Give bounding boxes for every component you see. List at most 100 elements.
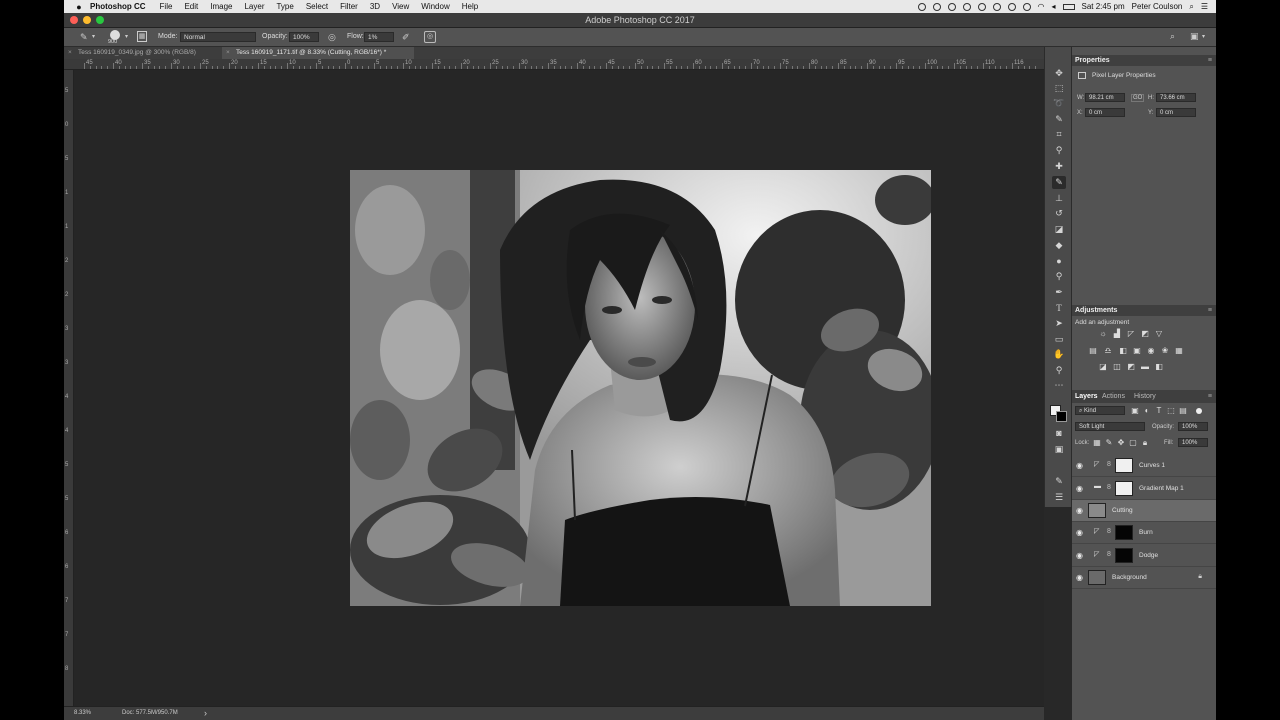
brush-tool-preset-icon[interactable]: ✎: [80, 32, 88, 43]
fill-field[interactable]: 100%: [1178, 438, 1208, 447]
clock[interactable]: Sat 2:45 pm: [1082, 2, 1125, 11]
quick-selection-tool-icon[interactable]: ✎: [1052, 113, 1066, 126]
menu-type[interactable]: Type: [276, 2, 293, 11]
close-tab-icon[interactable]: ×: [68, 47, 72, 59]
layer-row[interactable]: ◉ ◸ 8 Dodge: [1072, 545, 1216, 567]
hand-tool-icon[interactable]: ✋: [1052, 348, 1066, 361]
y-field[interactable]: 0 cm: [1156, 108, 1196, 117]
brush-panel-icon[interactable]: ▦: [137, 31, 147, 42]
lasso-tool-icon[interactable]: ➰: [1052, 97, 1066, 110]
link-icon[interactable]: 8: [1107, 528, 1111, 535]
search-icon[interactable]: ⌕: [1189, 2, 1193, 12]
blur-tool-icon[interactable]: ●: [1052, 255, 1066, 268]
background-color-swatch[interactable]: [1056, 411, 1067, 422]
visibility-eye-icon[interactable]: ◉: [1076, 528, 1086, 538]
filter-toggle[interactable]: [1196, 408, 1202, 414]
filter-shape-icon[interactable]: ⬚: [1166, 406, 1176, 415]
curves-icon[interactable]: ◸: [1126, 329, 1136, 338]
move-tool-icon[interactable]: ✥: [1052, 67, 1066, 80]
quick-mask-icon[interactable]: ◙: [1052, 427, 1066, 440]
close-tab-icon[interactable]: ×: [226, 47, 230, 59]
visibility-eye-icon[interactable]: ◉: [1076, 484, 1086, 494]
panel-menu-icon[interactable]: ≡: [1208, 305, 1212, 316]
wifi-icon[interactable]: ◠: [1038, 2, 1045, 11]
layer-row[interactable]: ◉ Background 🔒︎: [1072, 567, 1216, 589]
screen-mode-icon[interactable]: ▣: [1052, 443, 1066, 456]
brush-settings-icon[interactable]: ✎: [1052, 475, 1066, 488]
visibility-eye-icon[interactable]: ◉: [1076, 506, 1086, 516]
link-icon[interactable]: 8: [1107, 551, 1111, 558]
menu-filter[interactable]: Filter: [340, 2, 358, 11]
link-icon[interactable]: 8: [1107, 484, 1111, 491]
marquee-tool-icon[interactable]: ⬚: [1052, 82, 1066, 95]
menu-edit[interactable]: Edit: [184, 2, 198, 11]
layer-name[interactable]: Curves 1: [1139, 462, 1165, 469]
exposure-icon[interactable]: ◩: [1140, 329, 1150, 338]
chevron-down-icon[interactable]: ▾: [125, 33, 128, 40]
invert-icon[interactable]: ◪: [1098, 362, 1108, 371]
color-balance-icon[interactable]: ◧: [1118, 346, 1128, 355]
status-icon[interactable]: [962, 2, 971, 11]
layer-thumbnail[interactable]: [1088, 570, 1106, 585]
zoom-level[interactable]: 8.33%: [74, 710, 91, 716]
type-tool-icon[interactable]: T: [1052, 302, 1066, 315]
lock-all-icon[interactable]: 🔒︎: [1140, 438, 1150, 447]
sliders-icon[interactable]: ☰: [1052, 491, 1066, 504]
layer-name[interactable]: Cutting: [1112, 507, 1133, 514]
layer-row[interactable]: ◉ ◸ 8 Burn: [1072, 522, 1216, 544]
black-white-icon[interactable]: ▣: [1132, 346, 1142, 355]
layer-name[interactable]: Background: [1112, 574, 1147, 581]
tab-layers[interactable]: Layers: [1075, 391, 1098, 402]
tab-document-1[interactable]: × Tess 160919_0349.jpg @ 300% (RGB/8): [64, 47, 222, 59]
link-icon[interactable]: 8: [1107, 461, 1111, 468]
pen-tool-icon[interactable]: ✒: [1052, 286, 1066, 299]
healing-brush-tool-icon[interactable]: ✚: [1052, 160, 1066, 173]
channel-mixer-icon[interactable]: ❀: [1160, 346, 1170, 355]
tab-document-2[interactable]: × Tess 160919_1171.tif @ 8.33% (Cutting,…: [222, 47, 414, 59]
chevron-down-icon[interactable]: ▾: [1202, 33, 1205, 40]
link-dimensions-icon[interactable]: GO: [1131, 94, 1145, 102]
airbrush-icon[interactable]: ✐: [402, 32, 410, 43]
canvas-area[interactable]: [74, 70, 1044, 706]
height-field[interactable]: 73.66 cm: [1156, 93, 1196, 102]
notification-center-icon[interactable]: ☰: [1201, 2, 1208, 11]
apple-menu-icon[interactable]: ●: [72, 2, 86, 12]
blend-mode-select[interactable]: Soft Light: [1075, 422, 1145, 431]
tab-history[interactable]: History: [1134, 391, 1156, 402]
layer-name[interactable]: Burn: [1139, 529, 1153, 536]
adjustments-panel-tab[interactable]: Adjustments ≡: [1072, 305, 1216, 316]
layer-opacity-field[interactable]: 100%: [1178, 422, 1208, 431]
selective-color-icon[interactable]: ◧: [1154, 362, 1164, 371]
battery-icon[interactable]: [1062, 3, 1075, 10]
posterize-icon[interactable]: ◫: [1112, 362, 1122, 371]
search-icon[interactable]: ⌕: [1170, 31, 1175, 42]
status-menu-arrow[interactable]: ›: [204, 708, 207, 718]
more-tools-icon[interactable]: ⋯: [1052, 379, 1066, 392]
layer-mask-thumbnail[interactable]: [1115, 525, 1133, 540]
panel-menu-icon[interactable]: ≡: [1208, 55, 1212, 66]
hue-saturation-icon[interactable]: ♎: [1103, 346, 1113, 355]
menu-image[interactable]: Image: [210, 2, 232, 11]
volume-icon[interactable]: ◂: [1051, 2, 1055, 11]
menu-help[interactable]: Help: [462, 2, 478, 11]
brush-tool-icon[interactable]: ✎: [1052, 176, 1066, 189]
visibility-eye-icon[interactable]: ◉: [1076, 573, 1086, 583]
layer-row[interactable]: ◉ ◸ 8 Curves 1: [1072, 455, 1216, 477]
levels-icon[interactable]: ▟: [1112, 329, 1122, 338]
layer-mask-thumbnail[interactable]: [1115, 548, 1133, 563]
user-name[interactable]: Peter Coulson: [1132, 2, 1183, 11]
status-icon[interactable]: [947, 2, 956, 11]
filter-pixel-icon[interactable]: ▣: [1130, 406, 1140, 415]
x-field[interactable]: 0 cm: [1085, 108, 1125, 117]
opacity-field[interactable]: 100%: [289, 32, 319, 42]
visibility-eye-icon[interactable]: ◉: [1076, 551, 1086, 561]
gradient-triangle-icon[interactable]: ▽: [1154, 329, 1164, 338]
layer-mask-thumbnail[interactable]: [1115, 481, 1133, 496]
bluetooth-icon[interactable]: [1022, 2, 1031, 11]
gradient-map-icon[interactable]: ▬: [1140, 362, 1150, 371]
gradient-tool-icon[interactable]: ◆: [1052, 239, 1066, 252]
clone-stamp-tool-icon[interactable]: ⊥: [1052, 192, 1066, 205]
layer-name[interactable]: Dodge: [1139, 552, 1158, 559]
width-field[interactable]: 98.21 cm: [1085, 93, 1125, 102]
lock-icon[interactable]: 🔒︎: [1198, 573, 1202, 581]
